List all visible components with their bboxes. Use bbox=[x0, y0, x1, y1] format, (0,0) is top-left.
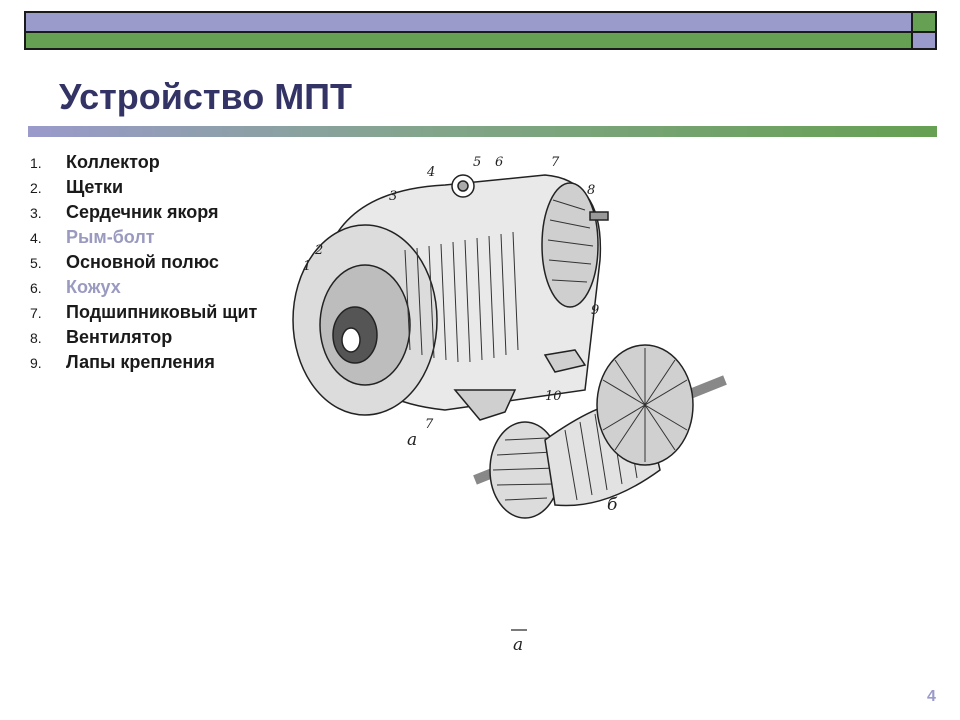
list-item-text: Коллектор bbox=[66, 152, 160, 172]
callout-number: 7 bbox=[551, 155, 560, 170]
header-band-lavender bbox=[24, 11, 913, 33]
callout-number: 9 bbox=[591, 303, 599, 318]
callout-number: 3 bbox=[389, 189, 397, 204]
page-number: 4 bbox=[927, 688, 936, 705]
callout-number: 5 bbox=[473, 155, 481, 170]
header-square-lavender bbox=[913, 33, 937, 50]
list-item-text: Лапы крепления bbox=[66, 352, 215, 372]
list-item: 1. Коллектор bbox=[30, 152, 270, 172]
motor-assembly-drawing bbox=[292, 174, 609, 421]
list-item: 2. Щетки bbox=[30, 177, 270, 197]
callout-number: 8 bbox=[587, 183, 595, 198]
list-item-text: Щетки bbox=[66, 177, 124, 197]
list-item-number: 9. bbox=[30, 355, 42, 371]
list-item: 4. Рым-болт bbox=[30, 227, 270, 247]
list-item: 3. Сердечник якоря bbox=[30, 202, 270, 222]
callout-number: 10 bbox=[545, 389, 562, 404]
title-underline bbox=[28, 126, 937, 137]
list-item-text: Рым-болт bbox=[66, 227, 155, 247]
component-list: 1. Коллектор 2. Щетки 3. Сердечник якоря… bbox=[30, 152, 270, 377]
list-item: 5. Основной полюс bbox=[30, 252, 270, 272]
list-item-number: 5. bbox=[30, 255, 42, 271]
list-item: 8. Вентилятор bbox=[30, 327, 270, 347]
list-item-number: 1. bbox=[30, 155, 42, 171]
callout-number: 1 bbox=[303, 259, 311, 274]
list-item-text: Подшипниковый щит bbox=[66, 302, 258, 322]
dc-motor-illustration: 1 2 3 4 5 6 7 8 9 10 7 а б а bbox=[292, 155, 727, 655]
list-item-number: 8. bbox=[30, 330, 42, 346]
figure-caption-b: б bbox=[607, 495, 618, 515]
list-item-number: 2. bbox=[30, 180, 42, 196]
list-item-number: 6. bbox=[30, 280, 42, 296]
list-item: 7. Подшипниковый щит bbox=[30, 302, 270, 322]
figure-caption-a: а bbox=[407, 430, 417, 450]
list-item: 9. Лапы крепления bbox=[30, 352, 270, 372]
list-item-text: Основной полюс bbox=[66, 252, 219, 272]
list-item-text: Кожух bbox=[66, 277, 121, 297]
list-item-text: Сердечник якоря bbox=[66, 202, 219, 222]
callout-number: 7 bbox=[425, 417, 434, 432]
slide-title: Устройство МПТ bbox=[59, 76, 353, 117]
callout-number: 6 bbox=[495, 155, 503, 170]
header-square-green bbox=[913, 11, 937, 33]
list-item-number: 4. bbox=[30, 230, 42, 246]
figure-caption-bottom: а bbox=[513, 635, 523, 655]
list-item: 6. Кожух bbox=[30, 277, 270, 297]
list-item-text: Вентилятор bbox=[66, 327, 173, 347]
header-band-green bbox=[24, 33, 913, 50]
callout-number: 4 bbox=[426, 165, 435, 180]
list-item-number: 7. bbox=[30, 305, 42, 321]
callout-number: 2 bbox=[314, 243, 323, 258]
list-item-number: 3. bbox=[30, 205, 42, 221]
